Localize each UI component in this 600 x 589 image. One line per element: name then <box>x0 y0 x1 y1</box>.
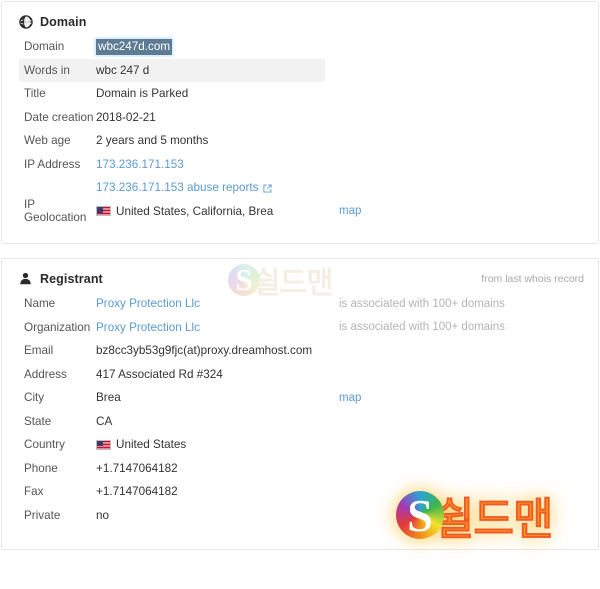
table-row: Web age 2 years and 5 months <box>2 129 598 153</box>
table-row: Date creation 2018-02-21 <box>2 106 598 130</box>
row-value-state: CA <box>96 415 112 428</box>
row-value-country: United States <box>96 438 186 451</box>
table-row: 173.236.171.153 abuse reports <box>2 176 598 200</box>
table-row: Title Domain is Parked <box>2 82 598 106</box>
row-value-text: Brea <box>96 391 121 405</box>
table-row: Name Proxy Protection Llc is associated wi… <box>2 292 598 316</box>
row-label-country: Country <box>24 438 65 452</box>
row-value-words-in: wbc 247 d <box>96 64 149 77</box>
domain-card: Domain Domain wbc247d.com Words in wbc 247 … <box>1 1 599 244</box>
row-value-text: 173.236.171.153 <box>96 157 184 171</box>
us-flag-icon <box>96 206 111 217</box>
us-flag-icon <box>96 439 111 450</box>
table-row: Fax +1.7147064182 <box>2 480 598 504</box>
domain-card-header: Domain <box>2 2 598 29</box>
row-value-text: no <box>96 508 110 522</box>
row-label-private: Private <box>24 508 61 522</box>
row-value-text: Proxy Protection Llc <box>96 320 200 334</box>
user-icon <box>18 271 33 286</box>
row-value-title: Domain is Parked <box>96 87 188 100</box>
row-label-fax: Fax <box>24 485 44 499</box>
row-value-organization[interactable]: Proxy Protection Llc <box>96 321 200 334</box>
table-row: Words in wbc 247 d <box>2 58 598 83</box>
row-value-abuse-reports[interactable]: 173.236.171.153 abuse reports <box>96 181 273 195</box>
row-label-domain: Domain <box>24 40 65 54</box>
whois-source-note: from last whois record <box>481 272 584 285</box>
table-row: State CA <box>2 410 598 434</box>
row-label-ip-address: IP Address <box>24 157 81 171</box>
row-label-city: City <box>24 391 45 405</box>
table-row: Country United States <box>2 433 598 457</box>
row-label-organization: Organization <box>24 320 91 334</box>
row-value-text: Domain is Parked <box>96 87 189 101</box>
row-value-text: CA <box>96 414 113 428</box>
row-label-web-age: Web age <box>24 134 71 148</box>
registrant-card: Registrant from last whois record Name Pr… <box>1 258 599 550</box>
table-row: IP Address 173.236.171.153 <box>2 153 598 177</box>
row-value-text: wbc 247 d <box>96 63 150 77</box>
row-value-text: 417 Associated Rd #324 <box>96 367 223 381</box>
associated-domains-note: is associated with 100+ domains <box>339 297 505 310</box>
row-value-date-creation: 2018-02-21 <box>96 111 156 124</box>
table-row: Address 417 Associated Rd #324 <box>2 363 598 387</box>
external-link-icon <box>263 183 273 193</box>
table-row: City Brea map <box>2 386 598 410</box>
registrant-card-header: Registrant from last whois record <box>2 259 598 286</box>
row-value-text: bz8cc3yb53g9fjc(at)proxy.dreamhost.com <box>96 344 313 358</box>
map-link[interactable]: map <box>339 205 361 217</box>
row-label-email: Email <box>24 344 54 358</box>
domain-rows: Domain wbc247d.com Words in wbc 247 d Title D… <box>2 35 598 225</box>
row-value-ip-address[interactable]: 173.236.171.153 <box>96 158 184 171</box>
associated-domains-note: is associated with 100+ domains <box>339 321 505 334</box>
row-value-text: United States <box>116 438 187 452</box>
row-value-city: Brea <box>96 391 121 404</box>
table-row: Organization Proxy Protection Llc is assoc… <box>2 316 598 340</box>
row-value-fax: +1.7147064182 <box>96 485 178 498</box>
row-value-text: 173.236.171.153 abuse reports <box>96 181 259 195</box>
row-value-text: +1.7147064182 <box>96 461 178 475</box>
whois-result-page: Domain Domain wbc247d.com Words in wbc 247 … <box>0 0 600 589</box>
registrant-rows: Name Proxy Protection Llc is associated wi… <box>2 292 598 527</box>
row-value-web-age: 2 years and 5 months <box>96 134 208 147</box>
row-value-private: no <box>96 509 109 522</box>
row-label-ip-geolocation: IP Geolocation <box>24 198 87 225</box>
table-row: Domain wbc247d.com <box>2 35 598 59</box>
row-value-text: Proxy Protection Llc <box>96 297 200 311</box>
row-value-address: 417 Associated Rd #324 <box>96 368 223 381</box>
row-label-name: Name <box>24 297 56 311</box>
row-label-title: Title <box>24 87 46 101</box>
table-row: IP Geolocation United States, California,… <box>2 198 598 225</box>
row-value-text: 2 years and 5 months <box>96 134 209 148</box>
row-value-domain[interactable]: wbc247d.com <box>96 38 173 55</box>
row-label-date-creation: Date creation <box>24 110 94 124</box>
row-value-text: 2018-02-21 <box>96 110 156 124</box>
table-row: Private no <box>2 504 598 528</box>
row-value-text: United States, California, Brea <box>116 204 274 218</box>
row-label-state: State <box>24 414 52 428</box>
selected-domain-text[interactable]: wbc247d.com <box>96 38 173 55</box>
row-value-email: bz8cc3yb53g9fjc(at)proxy.dreamhost.com <box>96 344 312 357</box>
row-label-phone: Phone <box>24 461 58 475</box>
row-value-text: +1.7147064182 <box>96 485 178 499</box>
table-row: Email bz8cc3yb53g9fjc(at)proxy.dreamhost.… <box>2 339 598 363</box>
row-label-address: Address <box>24 367 67 381</box>
table-row: Phone +1.7147064182 <box>2 457 598 481</box>
globe-icon <box>18 14 33 29</box>
row-label-words-in: Words in <box>24 63 70 77</box>
row-value-name[interactable]: Proxy Protection Llc <box>96 297 200 310</box>
map-link[interactable]: map <box>339 392 361 404</box>
registrant-card-title: Registrant <box>40 271 103 286</box>
domain-card-title: Domain <box>40 14 87 29</box>
row-value-phone: +1.7147064182 <box>96 462 178 475</box>
row-value-ip-geolocation: United States, California, Brea <box>96 205 273 218</box>
